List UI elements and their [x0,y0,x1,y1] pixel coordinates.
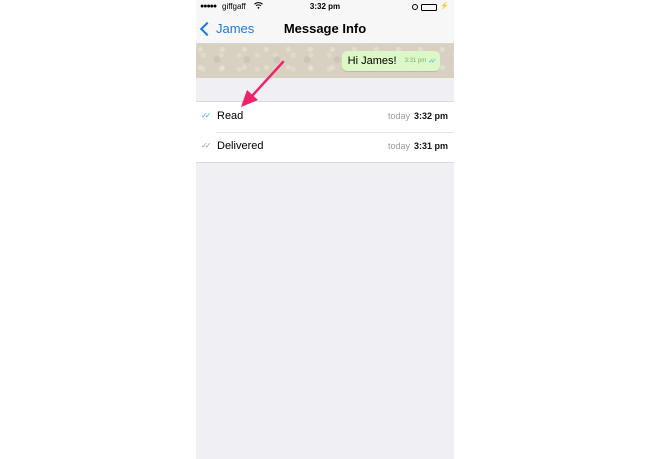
receipt-row-read: ✓✓ Read today 3:32 pm [196,102,454,132]
receipt-list: ✓✓ Read today 3:32 pm ✓✓ Delivered today 3… [196,101,454,163]
charging-icon: ⚡ [440,3,449,10]
message-bubble[interactable]: Hi James! 3:31 pm ✓✓ [341,51,440,71]
battery-icon [421,3,438,11]
receipt-label: Delivered [217,140,264,152]
message-text: Hi James! [347,55,397,67]
navigation-bar: James Message Info [196,14,454,44]
receipt-time: 3:31 pm [413,141,448,151]
receipt-row-delivered: ✓✓ Delivered today 3:31 pm [196,132,454,162]
double-tick-icon: ✓✓ [201,141,212,150]
receipt-day: today [387,141,410,151]
receipt-time: 3:32 pm [413,111,448,121]
page-title: Message Info [283,21,367,36]
double-tick-icon: ✓✓ [201,111,212,120]
double-tick-icon: ✓✓ [428,58,437,65]
status-bar: ●●●●● giffgaff 3:32 pm ⚡ [196,0,454,14]
receipt-timestamp: today 3:31 pm [388,141,448,151]
receipt-day: today [387,111,410,121]
battery-indicator: ⚡ [412,3,449,11]
receipt-timestamp: today 3:32 pm [388,111,448,121]
receipt-label: Read [217,110,244,122]
chat-wallpaper: Hi James! 3:31 pm ✓✓ [196,44,454,78]
orientation-lock-icon [412,4,419,10]
message-time: 3:31 pm [404,58,427,64]
phone-screen: ●●●●● giffgaff 3:32 pm ⚡ James Message I… [196,0,454,459]
